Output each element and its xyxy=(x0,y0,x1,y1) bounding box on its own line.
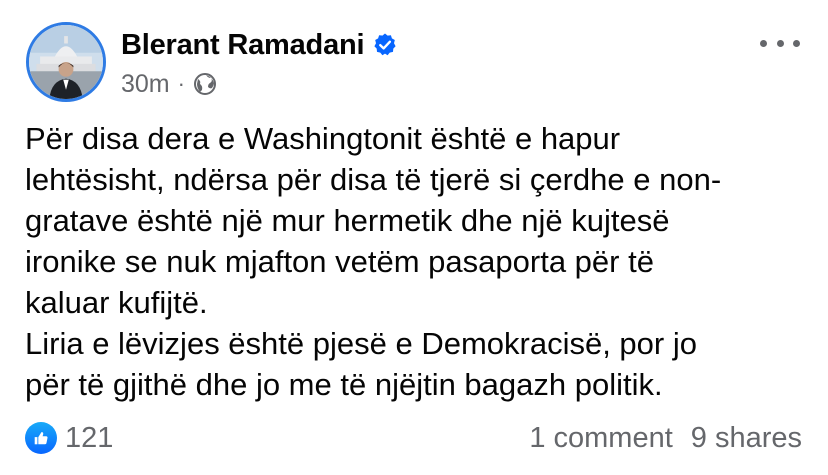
like-icon xyxy=(25,422,57,454)
profile-photo xyxy=(29,25,103,99)
globe-icon[interactable] xyxy=(193,72,217,96)
more-dot-icon xyxy=(793,39,800,47)
more-dot-icon xyxy=(760,39,767,47)
more-options-button[interactable] xyxy=(760,30,800,56)
author-name[interactable]: Blerant Ramadani xyxy=(121,29,365,62)
reaction-count: 121 xyxy=(65,421,114,454)
post-timestamp[interactable]: 30m xyxy=(121,70,170,99)
avatar[interactable] xyxy=(26,22,106,102)
post-body: Për disa dera e Washingtonit është e hap… xyxy=(25,121,722,402)
engagement-counts: 1 comment 9 shares xyxy=(529,422,802,455)
verified-badge-icon xyxy=(372,32,398,58)
share-count-link[interactable]: 9 shares xyxy=(691,422,802,455)
meta-separator: · xyxy=(177,71,185,96)
post-footer: 121 1 comment 9 shares xyxy=(25,418,802,458)
more-dot-icon xyxy=(776,39,784,47)
author-row: Blerant Ramadani xyxy=(121,24,398,66)
facebook-post: Blerant Ramadani 30m · Për disa dera e W… xyxy=(0,0,828,475)
reactions-summary[interactable]: 121 xyxy=(25,422,113,455)
comment-count-link[interactable]: 1 comment xyxy=(529,422,672,455)
post-meta: 30m · xyxy=(121,66,217,102)
